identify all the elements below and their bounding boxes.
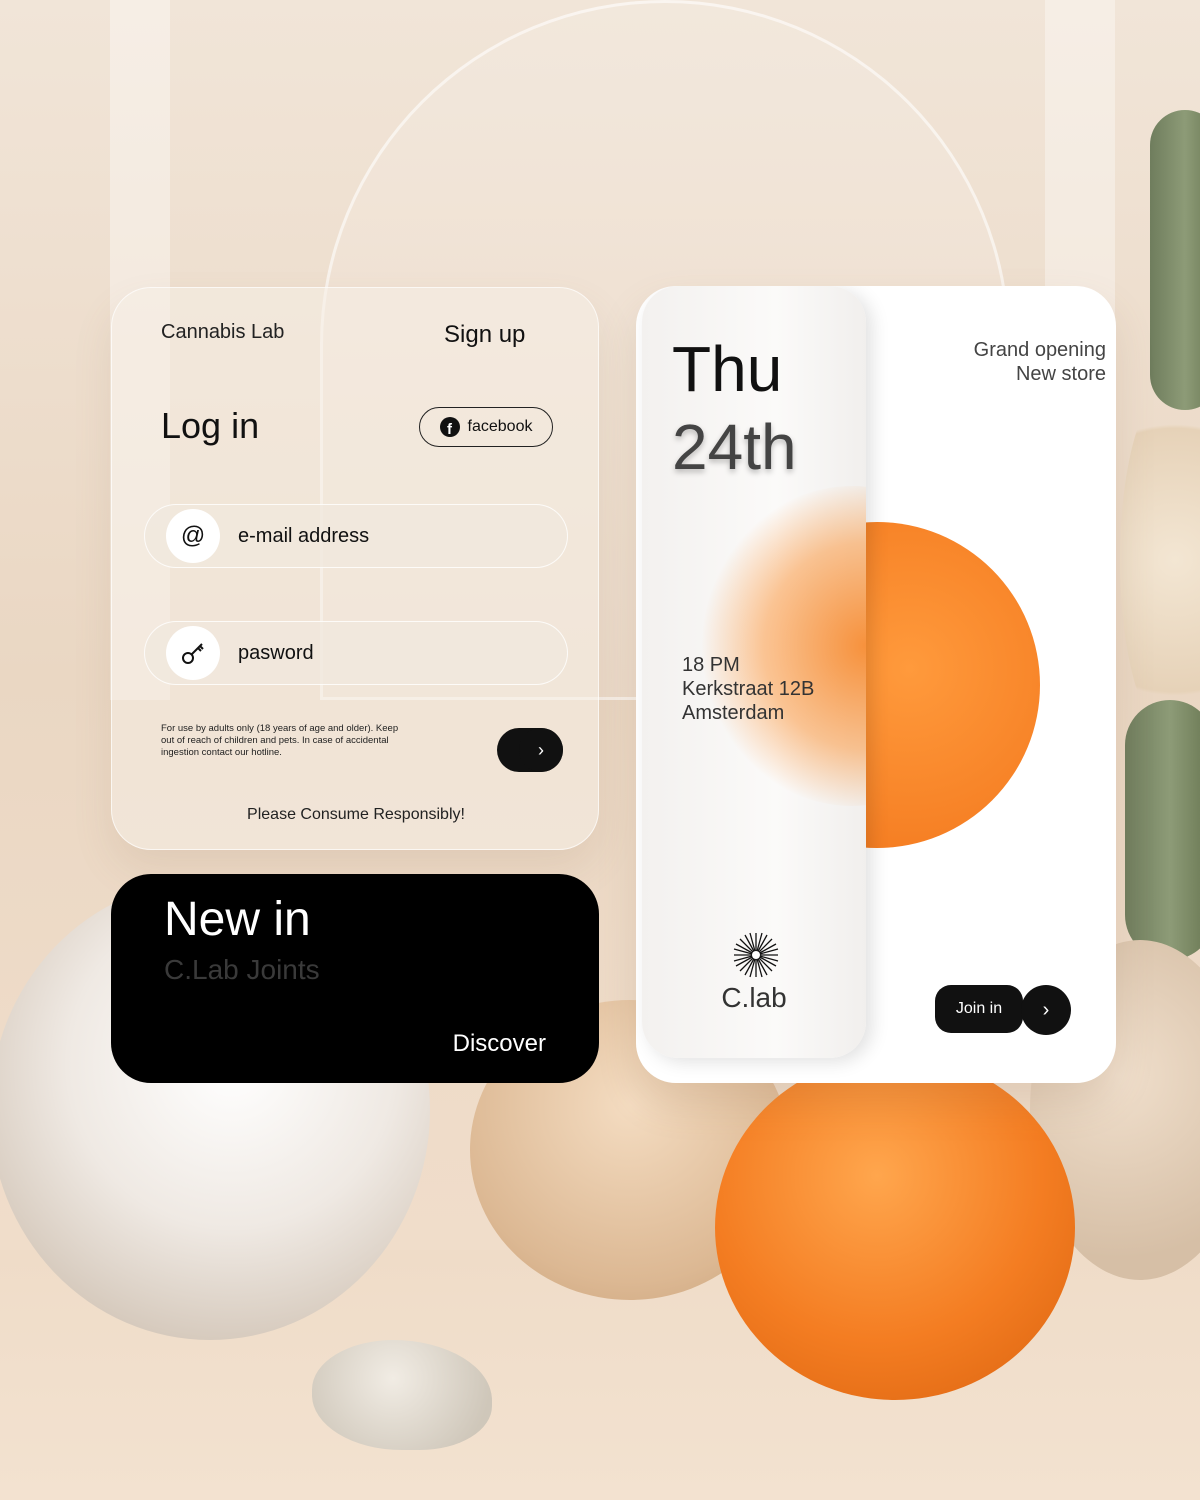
brand-name: Cannabis Lab [161,321,285,343]
signup-link[interactable]: Sign up [444,321,525,349]
login-card: Cannabis Lab Sign up Log in f facebook @… [111,287,599,850]
event-street: Kerkstraat 12B [682,678,815,700]
burst-logo-icon [733,932,779,978]
facebook-label: facebook [467,418,533,435]
new-in-subtitle: C.Lab Joints [164,954,320,985]
event-city: Amsterdam [682,702,785,724]
at-icon: @ [166,509,220,563]
event-time: 18 PM [682,654,740,676]
event-date: 24th [672,411,797,483]
cactus [1150,110,1200,410]
new-in-title: New in [164,893,311,946]
orange-sphere [715,1055,1075,1400]
grand-opening-text: Grand opening New store [974,338,1106,386]
new-in-card[interactable]: New in C.Lab Joints Discover [111,874,599,1083]
event-info: 18 PM Kerkstraat 12B Amsterdam [682,653,814,725]
facebook-icon: f [439,417,460,437]
age-disclaimer: For use by adults only (18 years of age … [161,723,399,758]
responsibly-note: Please Consume Responsibly! [247,806,465,823]
headline-line-1: Grand opening [973,339,1106,361]
email-field[interactable]: @ [144,504,568,568]
chevron-right-icon[interactable]: › [1021,985,1071,1035]
event-day: Thu [672,333,783,405]
join-in-button[interactable]: Join in [935,985,1023,1033]
clab-logo-text: C.lab [721,982,787,1013]
submit-toggle[interactable]: › [497,728,563,772]
key-icon [166,626,220,680]
glass-panel: Thu 24th 18 PM Kerkstraat 12B Amsterdam [642,286,866,1058]
chevron-right-icon: › [519,728,563,772]
login-title: Log in [161,405,260,446]
password-field[interactable] [144,621,568,685]
facebook-button[interactable]: f facebook [419,407,553,447]
event-card: Thu 24th 18 PM Kerkstraat 12B Amsterdam [636,286,1116,1083]
email-input[interactable] [238,524,538,548]
headline-line-2: New store [1015,363,1106,385]
password-input[interactable] [238,641,538,665]
discover-link[interactable]: Discover [453,1030,546,1058]
